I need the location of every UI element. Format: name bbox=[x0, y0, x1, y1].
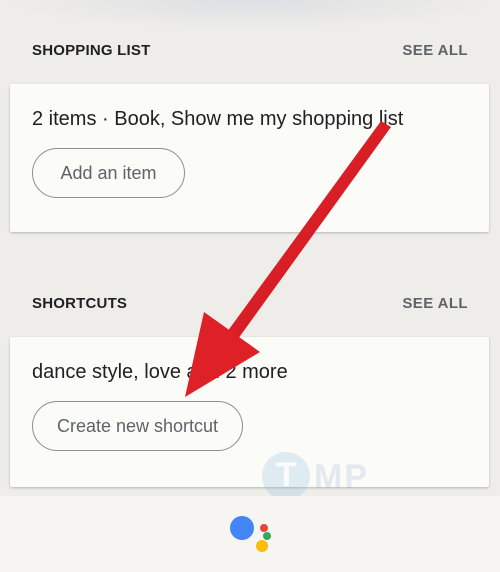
add-item-button[interactable]: Add an item bbox=[32, 148, 185, 198]
shopping-list-see-all-link[interactable]: SEE ALL bbox=[402, 42, 468, 59]
shopping-list-summary: 2 items · Book, Show me my shopping list bbox=[32, 108, 404, 130]
shopping-list-title: SHOPPING LIST bbox=[32, 42, 151, 59]
shopping-list-card[interactable]: 2 items · Book, Show me my shopping list… bbox=[10, 84, 489, 232]
shortcuts-header: SHORTCUTS SEE ALL bbox=[0, 283, 500, 323]
assistant-blue-dot bbox=[230, 516, 254, 540]
assistant-green-dot bbox=[263, 532, 271, 540]
shortcuts-card[interactable]: dance style, love and 2 more Create new … bbox=[10, 337, 489, 487]
google-assistant-icon[interactable] bbox=[226, 514, 276, 558]
create-new-shortcut-button[interactable]: Create new shortcut bbox=[32, 401, 243, 451]
assistant-red-dot bbox=[260, 524, 268, 532]
shortcuts-see-all-link[interactable]: SEE ALL bbox=[402, 295, 468, 312]
shortcuts-summary: dance style, love and 2 more bbox=[32, 361, 288, 383]
assistant-yellow-dot bbox=[256, 540, 268, 552]
shopping-list-header: SHOPPING LIST SEE ALL bbox=[0, 30, 500, 70]
shortcuts-title: SHORTCUTS bbox=[32, 295, 128, 312]
background-ornament bbox=[0, 0, 500, 30]
